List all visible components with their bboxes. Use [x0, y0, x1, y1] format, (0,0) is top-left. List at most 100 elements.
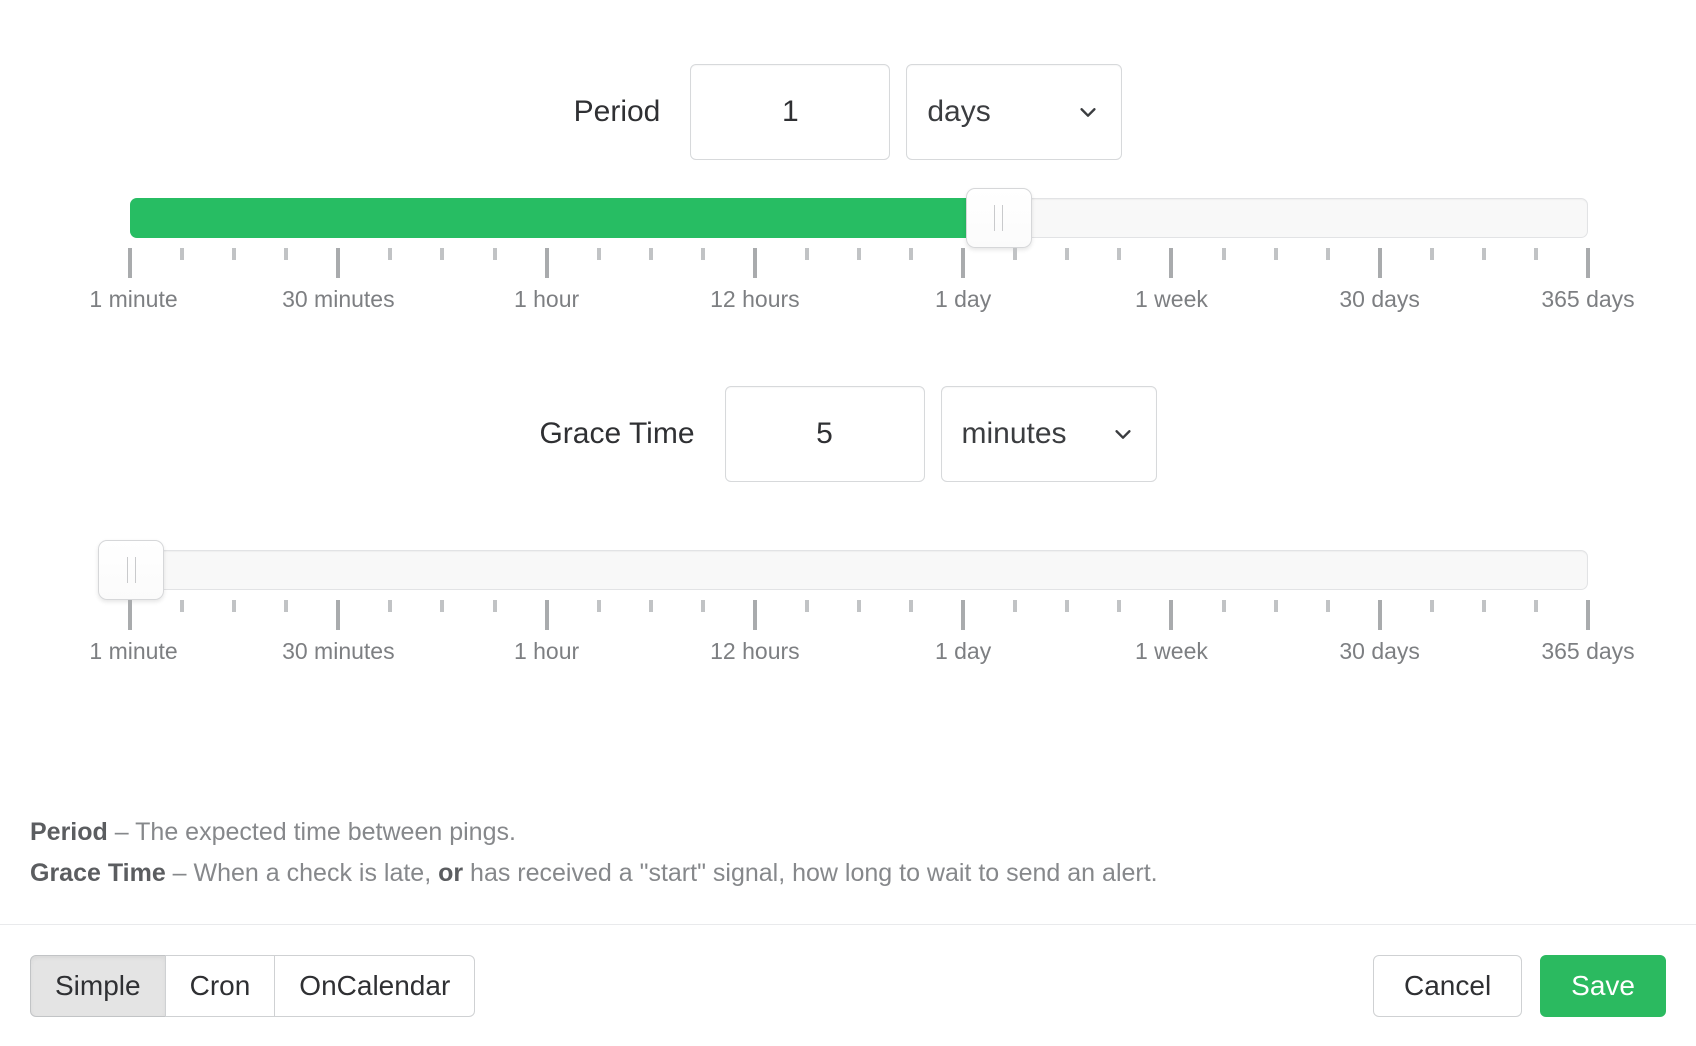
help-line-grace: Grace Time – When a check is late, or ha…: [30, 853, 1158, 894]
help-text: Period – The expected time between pings…: [30, 812, 1158, 894]
tick-minor: [648, 600, 653, 612]
tick-minor: [1481, 248, 1486, 260]
tick-minor: [232, 600, 237, 612]
tick-minor: [388, 248, 393, 260]
tick-minor: [284, 248, 289, 260]
tick-label: 1 day: [934, 286, 992, 312]
grace-label: Grace Time: [539, 417, 695, 450]
mode-button-oncalendar[interactable]: OnCalendar: [274, 954, 476, 1017]
tick-label: 30 days: [1339, 638, 1420, 664]
period-value-input[interactable]: [690, 64, 891, 160]
tick-minor: [1117, 248, 1122, 260]
period-label: Period: [573, 95, 661, 128]
grace-slider-ticks: [128, 600, 1590, 634]
tick-label: 30 days: [1339, 286, 1420, 312]
tick-label: 365 days: [1541, 638, 1635, 664]
period-slider-track[interactable]: [130, 188, 1588, 248]
tick-major: [752, 248, 757, 278]
tick-major: [1586, 248, 1590, 278]
grip-line-left: [126, 557, 128, 583]
period-slider-ticks: [128, 248, 1590, 282]
tick-major: [752, 600, 757, 630]
tick-minor: [648, 248, 653, 260]
tick-minor: [492, 248, 497, 260]
tick-minor: [804, 248, 809, 260]
help-body-grace-b: has received a "start" signal, how long …: [463, 859, 1158, 887]
tick-label: 30 minutes: [282, 638, 395, 664]
cancel-button[interactable]: Cancel: [1373, 954, 1523, 1017]
period-field-row: Period days: [0, 64, 1696, 160]
tick-minor: [1013, 248, 1018, 260]
tick-major: [128, 248, 132, 278]
tick-minor: [1429, 600, 1434, 612]
tick-major: [1169, 600, 1174, 630]
tick-label: 1 hour: [513, 286, 580, 312]
tick-minor: [1533, 600, 1538, 612]
help-emph-or: or: [438, 859, 464, 887]
tick-label: 1 day: [934, 638, 992, 664]
chevron-down-icon: [1114, 430, 1131, 439]
chevron-down-icon: [1080, 108, 1096, 117]
tick-minor: [1065, 248, 1070, 260]
tick-label: 365 days: [1541, 286, 1635, 312]
period-slider-tick-labels: 1 minute 30 minutes 1 hour 12 hours 1 day 1 w…: [89, 286, 1634, 320]
period-slider-handle[interactable]: [965, 188, 1032, 248]
tick-minor: [700, 600, 705, 612]
grace-value-input[interactable]: [724, 386, 925, 482]
tick-minor: [492, 600, 497, 612]
tick-label: 1 minute: [89, 286, 178, 312]
tick-minor: [388, 600, 393, 612]
tick-label: 30 minutes: [282, 286, 395, 312]
tick-minor: [596, 248, 601, 260]
tick-minor: [1013, 600, 1018, 612]
tick-minor: [909, 600, 914, 612]
grip-line-right: [134, 557, 136, 583]
grace-unit-select[interactable]: minutes: [940, 386, 1157, 482]
tick-minor: [1325, 248, 1330, 260]
tick-minor: [440, 600, 445, 612]
tick-major: [1377, 600, 1382, 630]
grace-slider-track[interactable]: [98, 540, 1588, 600]
help-body-grace-a: – When a check is late,: [165, 859, 439, 887]
help-line-period: Period – The expected time between pings…: [30, 812, 1158, 853]
tick-minor: [1221, 248, 1226, 260]
tick-major: [336, 248, 341, 278]
tick-minor: [857, 248, 861, 260]
tick-label: 1 hour: [513, 638, 580, 664]
period-slider-fill: [130, 198, 998, 238]
tick-major: [1169, 248, 1174, 278]
tick-minor: [1221, 600, 1226, 612]
tick-minor: [1117, 600, 1122, 612]
tick-minor: [180, 600, 185, 612]
help-body-period: – The expected time between pings.: [107, 818, 516, 846]
tick-label: 1 minute: [89, 638, 178, 664]
grace-unit-value: minutes: [961, 417, 1067, 450]
tick-minor: [857, 600, 861, 612]
mode-button-cron[interactable]: Cron: [164, 954, 276, 1017]
tick-minor: [1325, 600, 1330, 612]
tick-label: 12 hours: [710, 638, 800, 664]
tick-minor: [909, 248, 914, 260]
tick-label: 12 hours: [710, 286, 800, 312]
tick-minor: [1429, 248, 1434, 260]
grace-slider-handle[interactable]: [98, 540, 164, 600]
tick-label: 1 week: [1135, 638, 1208, 664]
grip-line-right: [1002, 205, 1004, 231]
tick-minor: [1273, 248, 1278, 260]
grace-slider[interactable]: 1 minute 30 minutes 1 hour 12 hours 1 day 1 w…: [89, 540, 1635, 672]
tick-minor: [1533, 248, 1538, 260]
help-term-grace: Grace Time: [30, 859, 166, 887]
tick-minor: [1273, 600, 1278, 612]
period-slider[interactable]: 1 minute 30 minutes 1 hour 12 hours 1 day 1 w…: [89, 188, 1635, 320]
period-unit-select[interactable]: days: [906, 64, 1123, 160]
tick-label: 1 week: [1135, 286, 1208, 312]
tick-major: [544, 248, 549, 278]
grip-line-left: [994, 205, 996, 231]
tick-minor: [180, 248, 185, 260]
tick-minor: [284, 600, 289, 612]
tick-major: [128, 600, 132, 630]
mode-button-simple[interactable]: Simple: [30, 954, 166, 1017]
save-button[interactable]: Save: [1540, 954, 1666, 1017]
tick-minor: [1065, 600, 1070, 612]
tick-major: [336, 600, 341, 630]
